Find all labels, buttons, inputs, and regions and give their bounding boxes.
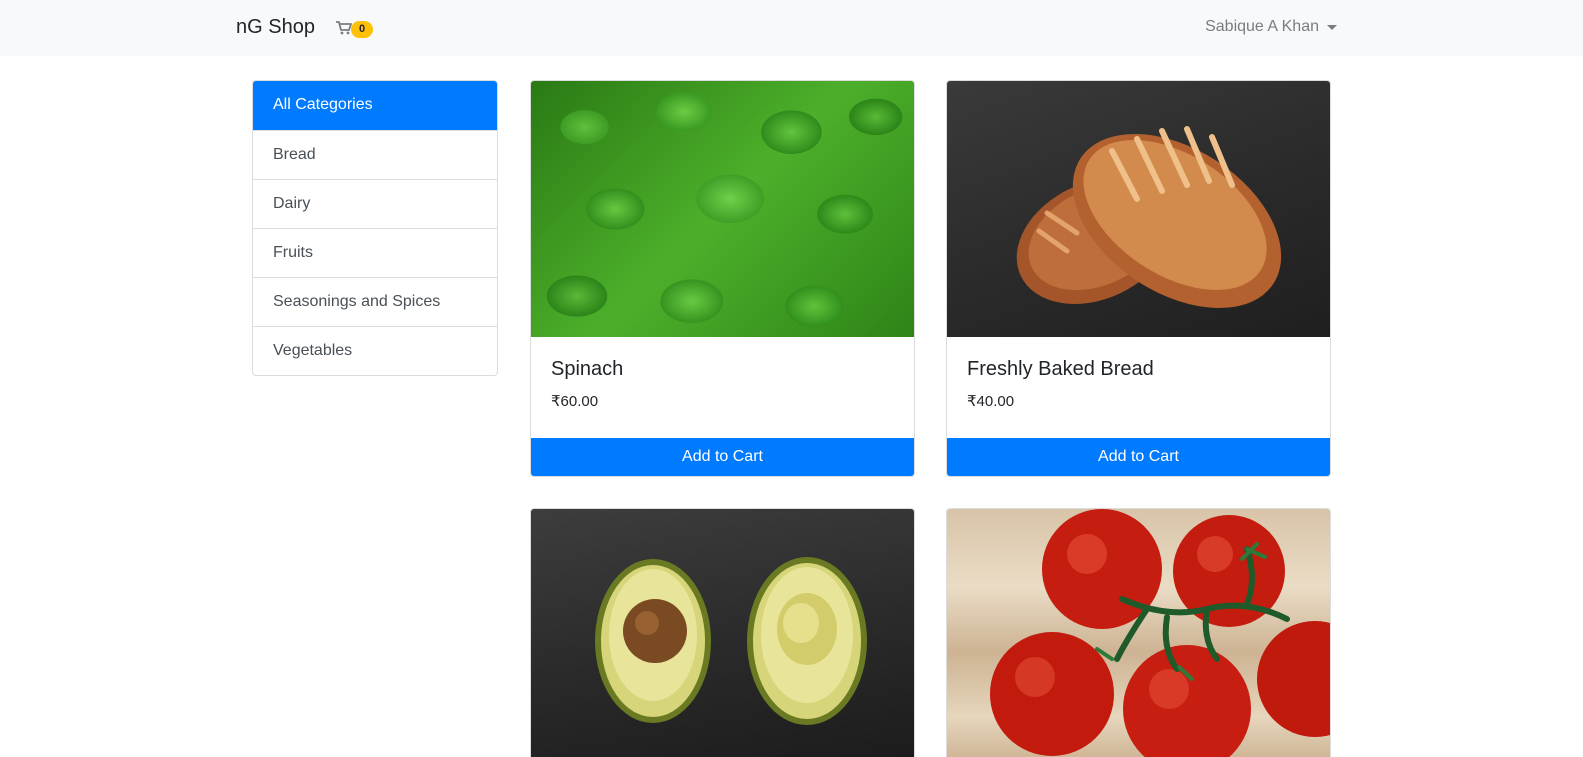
- category-all[interactable]: All Categories: [253, 81, 497, 130]
- category-list: All Categories Bread Dairy Fruits Season…: [252, 80, 498, 376]
- product-image-spinach: [531, 81, 914, 337]
- tomatoes-illustration: [990, 509, 1330, 757]
- add-to-cart-button[interactable]: Add to Cart: [947, 438, 1330, 476]
- cart-count-badge: 0: [351, 21, 373, 38]
- brand-link[interactable]: nG Shop: [236, 16, 315, 39]
- product-card: Freshly Baked Bread ₹40.00 Add to Cart: [946, 80, 1331, 477]
- bread-illustration: [1016, 126, 1282, 309]
- product-title: Spinach: [551, 358, 624, 380]
- avocado-illustration: [595, 557, 867, 725]
- user-name: Sabique A Khan: [1205, 18, 1319, 35]
- shopping-cart-link[interactable]: 0: [336, 19, 376, 39]
- category-fruits[interactable]: Fruits: [253, 228, 497, 277]
- product-price: ₹60.00: [551, 393, 599, 410]
- category-seasonings[interactable]: Seasonings and Spices: [253, 277, 497, 326]
- product-image-tomatoes: [947, 509, 1330, 757]
- shopping-cart-icon: [336, 21, 352, 35]
- category-bread[interactable]: Bread: [253, 130, 497, 179]
- product-card-body: Spinach ₹60.00: [531, 337, 914, 438]
- product-price: ₹40.00: [967, 393, 1015, 410]
- navbar: nG Shop 0 Sabique A Khan: [0, 0, 1583, 56]
- product-image-avocado: [531, 509, 914, 757]
- caret-down-icon: [1327, 24, 1337, 30]
- product-card: [530, 508, 915, 757]
- category-dairy[interactable]: Dairy: [253, 179, 497, 228]
- category-vegetables[interactable]: Vegetables: [253, 326, 497, 375]
- product-image-bread: [947, 81, 1330, 337]
- product-card-body: Freshly Baked Bread ₹40.00: [947, 337, 1330, 438]
- user-dropdown-toggle[interactable]: Sabique A Khan: [1205, 18, 1337, 36]
- product-title: Freshly Baked Bread: [967, 358, 1154, 380]
- product-card: Spinach ₹60.00 Add to Cart: [530, 80, 915, 477]
- product-card: [946, 508, 1331, 757]
- add-to-cart-button[interactable]: Add to Cart: [531, 438, 914, 476]
